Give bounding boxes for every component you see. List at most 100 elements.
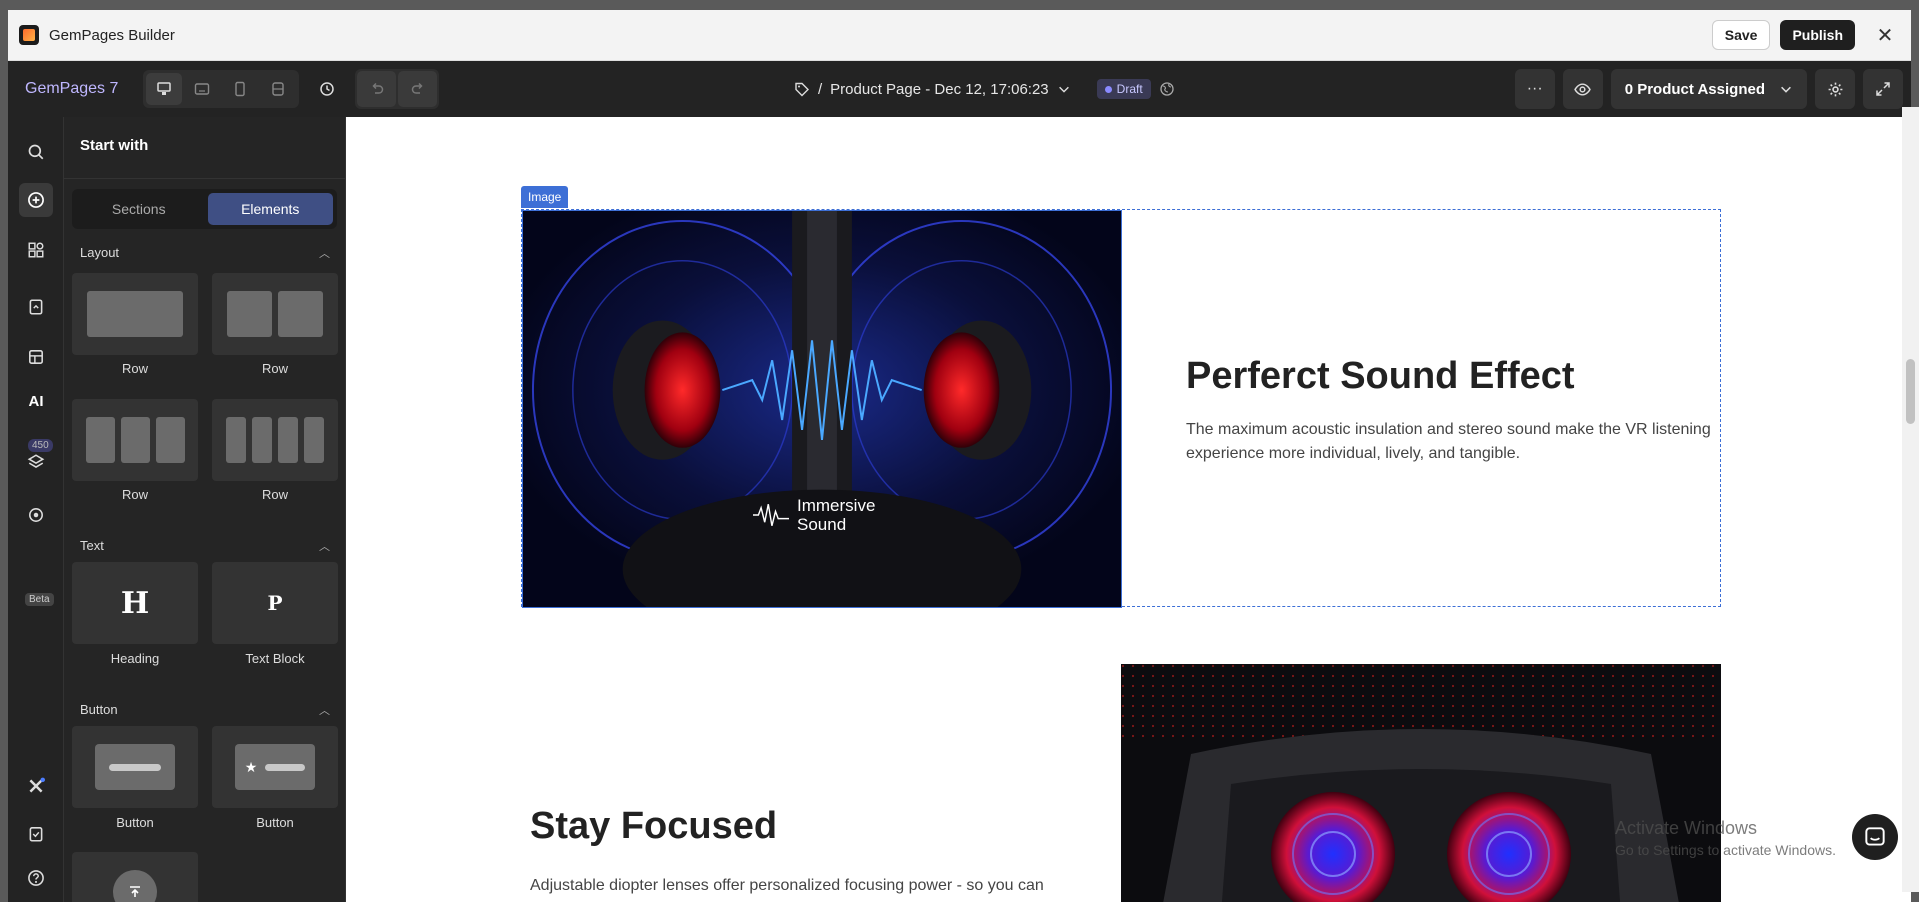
layout-section-title: Layout: [80, 245, 120, 260]
panel-tabs: Sections Elements: [72, 189, 337, 229]
tablet-landscape-view-icon[interactable]: [184, 73, 220, 105]
tab-sections[interactable]: Sections: [76, 193, 202, 225]
tab-elements[interactable]: Elements: [207, 193, 333, 225]
heading-element[interactable]: H: [72, 562, 198, 644]
undo-redo-group: [355, 69, 439, 109]
icon-button-element[interactable]: ★: [212, 726, 338, 808]
gempages-logo-icon: [19, 25, 39, 45]
tag-icon: [795, 82, 809, 97]
chevron-down-icon: [1781, 86, 1791, 93]
watermark-line1: Activate Windows: [1615, 818, 1758, 838]
selected-element-tag: Image: [521, 186, 569, 208]
more-options-button[interactable]: ···: [1514, 69, 1555, 109]
caption-line2: Sound: [797, 515, 847, 534]
save-button[interactable]: Save: [1711, 20, 1771, 50]
star-icon: ★: [244, 758, 258, 775]
sound-image[interactable]: Immersive Sound: [522, 210, 1122, 608]
desktop-view-icon[interactable]: [146, 73, 182, 105]
button-element[interactable]: [72, 726, 198, 808]
brand-label: GemPages 7: [25, 80, 119, 97]
layout-row-1col[interactable]: [72, 273, 198, 355]
checklist-icon[interactable]: [8, 825, 64, 843]
watermark-line2: Go to Settings to activate Windows.: [1615, 842, 1836, 858]
element-label: Row: [261, 487, 288, 502]
pages-icon[interactable]: [8, 298, 64, 316]
history-icon[interactable]: [309, 71, 345, 107]
editor-toolbar: GemPages 7 / Product Page - Dec 12, 17:0…: [8, 61, 1911, 117]
help-icon[interactable]: [8, 869, 64, 887]
chevron-up-icon: ︿: [319, 541, 330, 553]
text-section-header[interactable]: Text ︿: [80, 538, 330, 553]
fullscreen-icon[interactable]: [1863, 69, 1903, 109]
chevron-up-icon: ︿: [319, 705, 330, 717]
app-window: GemPages Builder Save Publish ✕ GemPages…: [8, 10, 1911, 902]
section-text[interactable]: The maximum acoustic insulation and ster…: [1186, 418, 1716, 466]
caption-line1: Immersive: [797, 496, 876, 515]
windows-activation-watermark: Activate Windows Go to Settings to activ…: [1615, 818, 1836, 858]
page-name: Product Page - Dec 12, 17:06:23: [830, 80, 1049, 98]
responsive-view-icon[interactable]: [260, 73, 296, 105]
element-label: Row: [261, 361, 288, 376]
button-section-header[interactable]: Button ︿: [80, 702, 330, 717]
section-heading[interactable]: Stay Focused: [530, 805, 777, 848]
element-label: Heading: [110, 651, 160, 666]
status-label: Draft: [1116, 82, 1143, 96]
title-bar: GemPages Builder Save Publish ✕: [8, 10, 1911, 61]
canvas-scrollbar[interactable]: [1902, 107, 1919, 892]
publish-button[interactable]: Publish: [1780, 20, 1855, 50]
image-caption: Immersive Sound: [753, 496, 875, 534]
redo-icon[interactable]: [398, 71, 437, 107]
section-heading[interactable]: Perferct Sound Effect: [1186, 355, 1575, 398]
product-assign-label: 0 Product Assigned: [1624, 80, 1765, 98]
undo-icon[interactable]: [357, 71, 396, 107]
search-icon[interactable]: [8, 143, 64, 161]
page-canvas[interactable]: Image Immersive Sound Perferct Sound Eff…: [346, 117, 1902, 902]
product-assign-dropdown[interactable]: 0 Product Assigned: [1610, 69, 1807, 109]
panel-title: Start with: [64, 117, 345, 179]
section-text[interactable]: Adjustable diopter lenses offer personal…: [530, 874, 1070, 902]
heading-icon: H: [120, 585, 150, 621]
ai-icon[interactable]: AI: [8, 393, 64, 410]
layout-row-4col[interactable]: [212, 399, 338, 481]
text-block-element[interactable]: P: [212, 562, 338, 644]
language-icon[interactable]: [1159, 81, 1175, 97]
element-label: Button: [116, 815, 154, 830]
feature-section-sound[interactable]: Immersive Sound Perferct Sound Effect Th…: [521, 209, 1721, 608]
close-icon[interactable]: ✕: [1873, 23, 1897, 48]
mobile-view-icon[interactable]: [222, 73, 258, 105]
sound-wave-icon: [753, 504, 789, 526]
button-section-title: Button: [80, 702, 118, 717]
back-to-top-element[interactable]: [72, 852, 198, 902]
elements-panel: Start with Sections Elements Layout ︿ Ro…: [64, 117, 346, 902]
device-switcher: [143, 70, 299, 108]
focus-image[interactable]: [1121, 664, 1721, 902]
chat-icon: [1865, 827, 1885, 846]
layout-row-2col[interactable]: [212, 273, 338, 355]
target-icon[interactable]: [8, 506, 64, 524]
settings-gear-icon[interactable]: [1815, 69, 1855, 109]
element-label: Button: [256, 815, 294, 830]
text-section-title: Text: [80, 538, 104, 553]
apps-icon[interactable]: [8, 241, 64, 259]
layout-row-3col[interactable]: [72, 399, 198, 481]
vr-lenses-illustration: [1121, 664, 1721, 902]
window-title: GemPages Builder: [49, 26, 175, 44]
layout-section-header[interactable]: Layout ︿: [80, 245, 330, 260]
beta-badge: Beta: [25, 593, 54, 606]
page-selector[interactable]: / Product Page - Dec 12, 17:06:23 Draft: [794, 75, 1175, 103]
library-icon[interactable]: [8, 348, 64, 366]
integration-x-icon[interactable]: [8, 777, 64, 795]
chat-support-button[interactable]: [1852, 814, 1898, 860]
page-prefix: /: [818, 80, 823, 98]
element-label: Row: [121, 487, 148, 502]
status-badge: Draft: [1096, 79, 1151, 99]
chevron-down-icon: [1058, 86, 1069, 93]
preview-icon[interactable]: [1562, 69, 1603, 109]
add-element-icon[interactable]: [8, 183, 64, 217]
vr-headset-illustration: [523, 211, 1121, 607]
scrollbar-thumb[interactable]: [1906, 359, 1915, 424]
paragraph-icon: P: [267, 591, 283, 615]
layers-icon[interactable]: [8, 453, 64, 471]
chevron-up-icon: ︿: [319, 248, 330, 260]
element-label: Text Block: [245, 651, 305, 666]
